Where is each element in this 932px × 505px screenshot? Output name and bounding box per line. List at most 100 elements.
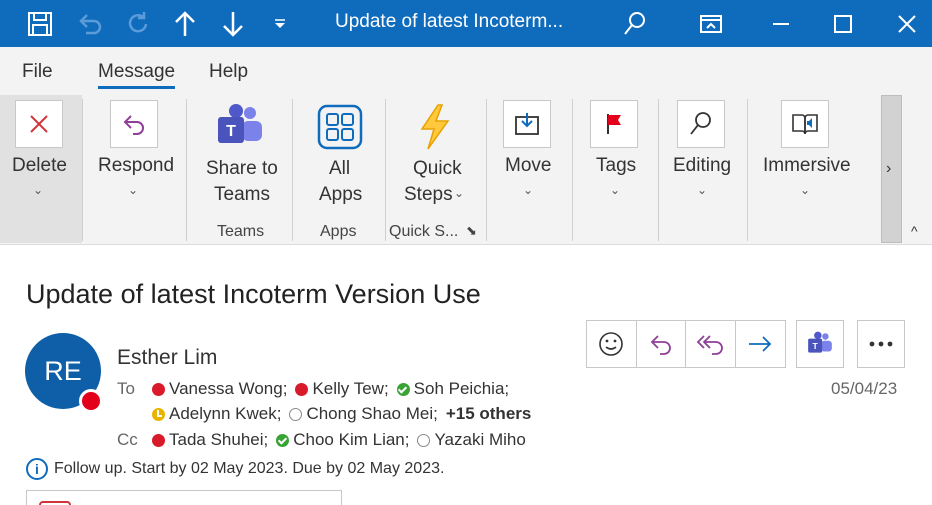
editing-label: Editing [673, 155, 732, 176]
up-arrow-icon[interactable] [168, 0, 202, 47]
quicksteps-label-line2: Steps [404, 184, 453, 205]
divider [572, 99, 573, 241]
chevron-down-icon: ⌄ [697, 183, 708, 197]
emoji-reaction-button[interactable] [587, 321, 637, 367]
smiley-icon [599, 332, 624, 356]
apps-label-line1: All [329, 158, 351, 179]
search-icon [677, 100, 725, 148]
presence-green-icon [276, 433, 290, 447]
presence-red-icon [295, 382, 309, 396]
share-label-line2: Teams [214, 184, 270, 205]
tags-button[interactable]: Tags ⌄ [576, 95, 654, 245]
group-label-apps: Apps [320, 223, 357, 240]
recipient-name[interactable]: Adelynn Kwek; [169, 404, 281, 424]
divider [747, 99, 748, 241]
move-folder-icon [503, 100, 551, 148]
lightning-icon [416, 103, 454, 156]
dialog-launcher-icon[interactable]: ⬊ [466, 223, 477, 239]
recipient-name[interactable]: Choo Kim Lian; [293, 430, 409, 450]
ellipsis-icon [869, 341, 893, 347]
sender-name[interactable]: Esther Lim [117, 346, 217, 370]
presence-empty-icon [289, 407, 303, 421]
attachment[interactable] [26, 490, 342, 505]
respond-label: Respond [98, 155, 175, 176]
recipient-name[interactable]: Chong Shao Mei; [306, 404, 437, 424]
all-apps-button[interactable]: All Apps Apps [296, 95, 384, 245]
recipient-name[interactable]: Vanessa Wong; [169, 379, 287, 399]
apps-grid-icon [317, 104, 363, 155]
save-icon[interactable] [14, 0, 66, 47]
recipient-name[interactable]: Kelly Tew; [312, 379, 388, 399]
forward-arrow-icon [749, 336, 772, 352]
recipient-name[interactable]: Soh Peichia; [414, 379, 509, 399]
delete-button[interactable]: Delete ⌄ [0, 95, 82, 245]
tab-file[interactable]: File [22, 61, 53, 83]
presence-busy-icon [79, 389, 103, 413]
share-label-line1: Share to [206, 158, 278, 179]
down-arrow-icon[interactable] [216, 0, 250, 47]
share-to-teams-button[interactable]: T Share to Teams Teams [192, 95, 288, 245]
chevron-down-icon: ⌄ [523, 183, 534, 197]
divider [82, 99, 83, 241]
tab-message[interactable]: Message [98, 61, 176, 89]
tab-help[interactable]: Help [209, 61, 248, 83]
editing-button[interactable]: Editing ⌄ [662, 95, 744, 245]
cc-recipients: Tada Shuhei; Choo Kim Lian; Yazaki Miho [152, 430, 534, 450]
to-label: To [117, 379, 135, 398]
more-actions-button[interactable] [857, 320, 905, 368]
teams-icon: T [214, 103, 266, 156]
chevron-down-icon: ⌄ [128, 183, 139, 197]
avatar-initials: RE [44, 355, 82, 386]
chevron-down-icon: ⌄ [800, 183, 811, 197]
teams-icon: T [808, 331, 832, 353]
presence-green-icon [396, 382, 410, 396]
reply-all-icon [696, 335, 724, 355]
undo-icon[interactable] [70, 0, 110, 47]
to-recipients-line1: Vanessa Wong; Kelly Tew; Soh Peichia; [152, 379, 517, 399]
presence-red-icon [152, 433, 165, 447]
collapse-ribbon-icon[interactable]: ^ [911, 223, 918, 239]
ribbon: Delete ⌄ Respond ⌄ T Share to Teams Team… [0, 95, 932, 245]
ribbon-scrollbar[interactable] [881, 95, 902, 243]
immersive-reader-button[interactable]: Immersive ⌄ [752, 95, 858, 245]
immersive-label: Immersive [763, 155, 851, 176]
respond-button[interactable]: Respond ⌄ [90, 95, 182, 245]
svg-text:T: T [226, 123, 236, 140]
quick-steps-button[interactable]: Quick Steps ⌄ Quick S... ⬊ [388, 95, 484, 245]
recipient-name[interactable]: Yazaki Miho [434, 430, 525, 450]
presence-red-icon [152, 382, 165, 396]
search-icon[interactable] [618, 0, 652, 47]
message-date: 05/04/23 [831, 379, 898, 398]
to-recipients-line2: Adelynn Kwek; Chong Shao Mei; +15 others [152, 404, 531, 424]
group-label-quicksteps: Quick S... [389, 223, 459, 240]
reply-icon [110, 100, 158, 148]
message-actions [586, 320, 786, 368]
maximize-icon[interactable] [826, 0, 860, 47]
redo-icon[interactable] [118, 0, 158, 47]
quicksteps-label-line1: Quick [413, 158, 462, 179]
group-label-teams: Teams [217, 223, 265, 240]
chevron-down-icon: ⌄ [33, 183, 44, 197]
move-label: Move [505, 155, 552, 176]
divider [385, 99, 386, 241]
info-icon: i [26, 458, 48, 480]
window-title: Update of latest Incoterm... [335, 11, 564, 32]
reply-all-button[interactable] [686, 321, 736, 367]
teams-share-button[interactable]: T [796, 320, 844, 368]
follow-up-text: Follow up. Start by 02 May 2023. Due by … [54, 460, 445, 477]
flag-icon [590, 100, 638, 148]
minimize-icon[interactable] [764, 0, 798, 47]
title-bar: Update of latest Incoterm... [0, 0, 932, 47]
reply-button[interactable] [637, 321, 686, 367]
customize-toolbar-icon[interactable] [268, 0, 292, 47]
ribbon-more-chevron-icon[interactable]: › [886, 160, 891, 178]
more-recipients-link[interactable]: +15 others [446, 404, 532, 424]
attachment-file-icon [39, 501, 71, 505]
presence-empty-icon [417, 433, 431, 447]
forward-button[interactable] [736, 321, 786, 367]
close-icon[interactable] [890, 0, 924, 47]
message-subject: Update of latest Incoterm Version Use [26, 279, 481, 309]
recipient-name[interactable]: Tada Shuhei; [169, 430, 268, 450]
ribbon-display-icon[interactable] [694, 0, 728, 47]
move-button[interactable]: Move ⌄ [490, 95, 568, 245]
